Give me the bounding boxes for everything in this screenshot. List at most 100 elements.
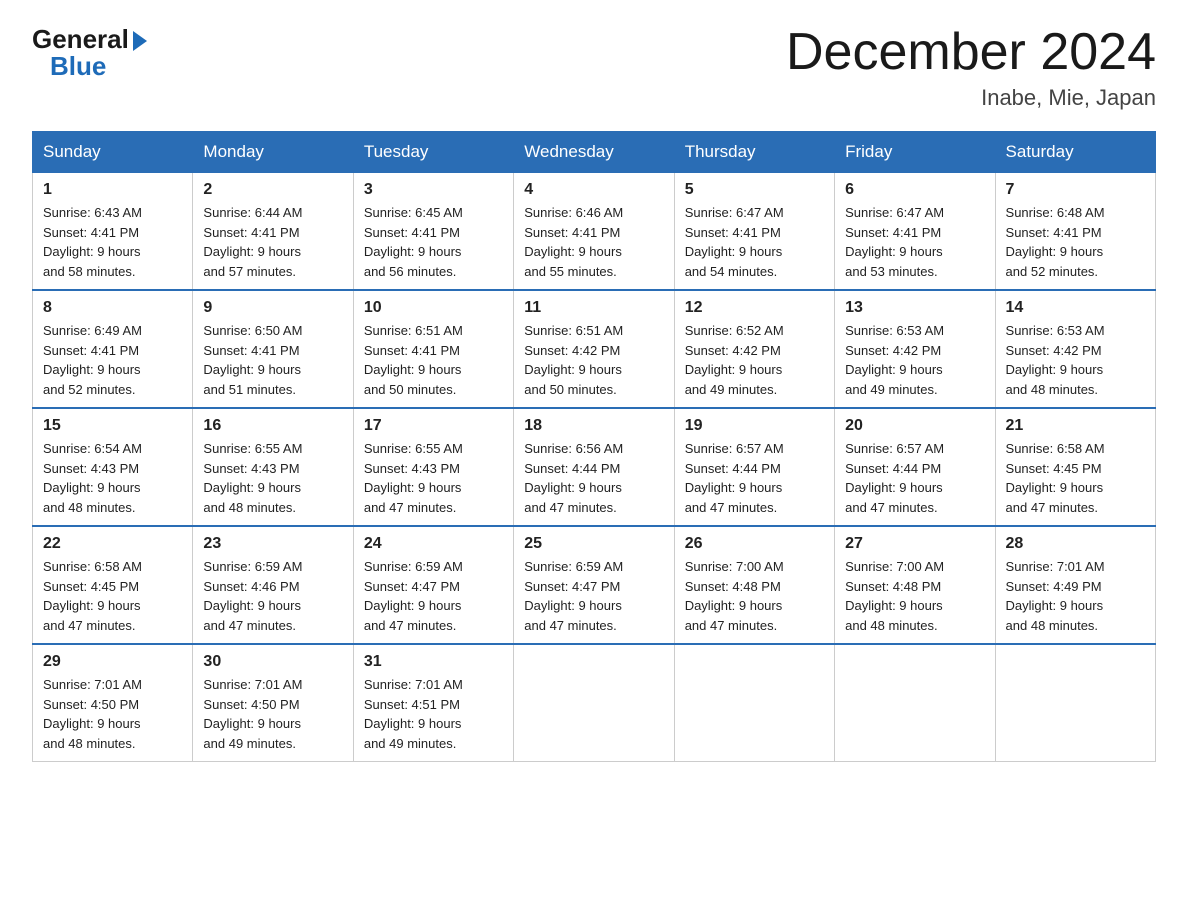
calendar-table: SundayMondayTuesdayWednesdayThursdayFrid… xyxy=(32,131,1156,762)
calendar-cell: 21 Sunrise: 6:58 AM Sunset: 4:45 PM Dayl… xyxy=(995,408,1155,526)
calendar-cell: 20 Sunrise: 6:57 AM Sunset: 4:44 PM Dayl… xyxy=(835,408,995,526)
day-info: Sunrise: 6:49 AM Sunset: 4:41 PM Dayligh… xyxy=(43,321,182,399)
day-info: Sunrise: 6:51 AM Sunset: 4:42 PM Dayligh… xyxy=(524,321,663,399)
day-info: Sunrise: 6:59 AM Sunset: 4:47 PM Dayligh… xyxy=(524,557,663,635)
day-info: Sunrise: 6:59 AM Sunset: 4:46 PM Dayligh… xyxy=(203,557,342,635)
logo-blue-text: Blue xyxy=(50,51,106,82)
week-row-4: 22 Sunrise: 6:58 AM Sunset: 4:45 PM Dayl… xyxy=(33,526,1156,644)
weekday-header-row: SundayMondayTuesdayWednesdayThursdayFrid… xyxy=(33,132,1156,173)
weekday-header-wednesday: Wednesday xyxy=(514,132,674,173)
page-header: General Blue December 2024 Inabe, Mie, J… xyxy=(32,24,1156,111)
calendar-cell: 18 Sunrise: 6:56 AM Sunset: 4:44 PM Dayl… xyxy=(514,408,674,526)
calendar-cell: 16 Sunrise: 6:55 AM Sunset: 4:43 PM Dayl… xyxy=(193,408,353,526)
day-info: Sunrise: 6:52 AM Sunset: 4:42 PM Dayligh… xyxy=(685,321,824,399)
day-info: Sunrise: 6:59 AM Sunset: 4:47 PM Dayligh… xyxy=(364,557,503,635)
calendar-cell: 1 Sunrise: 6:43 AM Sunset: 4:41 PM Dayli… xyxy=(33,173,193,291)
day-info: Sunrise: 6:57 AM Sunset: 4:44 PM Dayligh… xyxy=(685,439,824,517)
day-number: 23 xyxy=(203,535,342,553)
day-number: 25 xyxy=(524,535,663,553)
calendar-cell: 8 Sunrise: 6:49 AM Sunset: 4:41 PM Dayli… xyxy=(33,290,193,408)
weekday-header-sunday: Sunday xyxy=(33,132,193,173)
week-row-3: 15 Sunrise: 6:54 AM Sunset: 4:43 PM Dayl… xyxy=(33,408,1156,526)
calendar-cell xyxy=(674,644,834,762)
calendar-cell: 11 Sunrise: 6:51 AM Sunset: 4:42 PM Dayl… xyxy=(514,290,674,408)
day-number: 21 xyxy=(1006,417,1145,435)
day-info: Sunrise: 6:54 AM Sunset: 4:43 PM Dayligh… xyxy=(43,439,182,517)
day-info: Sunrise: 7:00 AM Sunset: 4:48 PM Dayligh… xyxy=(685,557,824,635)
day-info: Sunrise: 6:56 AM Sunset: 4:44 PM Dayligh… xyxy=(524,439,663,517)
day-number: 28 xyxy=(1006,535,1145,553)
calendar-cell: 4 Sunrise: 6:46 AM Sunset: 4:41 PM Dayli… xyxy=(514,173,674,291)
calendar-cell: 3 Sunrise: 6:45 AM Sunset: 4:41 PM Dayli… xyxy=(353,173,513,291)
day-number: 22 xyxy=(43,535,182,553)
calendar-cell: 14 Sunrise: 6:53 AM Sunset: 4:42 PM Dayl… xyxy=(995,290,1155,408)
calendar-cell: 15 Sunrise: 6:54 AM Sunset: 4:43 PM Dayl… xyxy=(33,408,193,526)
week-row-1: 1 Sunrise: 6:43 AM Sunset: 4:41 PM Dayli… xyxy=(33,173,1156,291)
day-info: Sunrise: 6:44 AM Sunset: 4:41 PM Dayligh… xyxy=(203,203,342,281)
location-text: Inabe, Mie, Japan xyxy=(786,85,1156,111)
day-number: 6 xyxy=(845,181,984,199)
logo: General Blue xyxy=(32,24,147,82)
calendar-cell: 27 Sunrise: 7:00 AM Sunset: 4:48 PM Dayl… xyxy=(835,526,995,644)
calendar-cell: 6 Sunrise: 6:47 AM Sunset: 4:41 PM Dayli… xyxy=(835,173,995,291)
day-number: 10 xyxy=(364,299,503,317)
month-title: December 2024 xyxy=(786,24,1156,81)
day-number: 13 xyxy=(845,299,984,317)
day-number: 31 xyxy=(364,653,503,671)
calendar-cell: 31 Sunrise: 7:01 AM Sunset: 4:51 PM Dayl… xyxy=(353,644,513,762)
day-number: 20 xyxy=(845,417,984,435)
day-number: 4 xyxy=(524,181,663,199)
day-info: Sunrise: 7:01 AM Sunset: 4:50 PM Dayligh… xyxy=(203,675,342,753)
day-number: 17 xyxy=(364,417,503,435)
calendar-cell xyxy=(514,644,674,762)
calendar-cell: 2 Sunrise: 6:44 AM Sunset: 4:41 PM Dayli… xyxy=(193,173,353,291)
day-info: Sunrise: 6:48 AM Sunset: 4:41 PM Dayligh… xyxy=(1006,203,1145,281)
day-info: Sunrise: 6:50 AM Sunset: 4:41 PM Dayligh… xyxy=(203,321,342,399)
day-info: Sunrise: 7:00 AM Sunset: 4:48 PM Dayligh… xyxy=(845,557,984,635)
calendar-cell: 5 Sunrise: 6:47 AM Sunset: 4:41 PM Dayli… xyxy=(674,173,834,291)
calendar-cell: 17 Sunrise: 6:55 AM Sunset: 4:43 PM Dayl… xyxy=(353,408,513,526)
calendar-cell: 30 Sunrise: 7:01 AM Sunset: 4:50 PM Dayl… xyxy=(193,644,353,762)
day-number: 11 xyxy=(524,299,663,317)
day-info: Sunrise: 6:55 AM Sunset: 4:43 PM Dayligh… xyxy=(364,439,503,517)
logo-arrow-icon xyxy=(133,31,147,51)
day-info: Sunrise: 6:45 AM Sunset: 4:41 PM Dayligh… xyxy=(364,203,503,281)
day-number: 14 xyxy=(1006,299,1145,317)
calendar-cell: 9 Sunrise: 6:50 AM Sunset: 4:41 PM Dayli… xyxy=(193,290,353,408)
day-number: 30 xyxy=(203,653,342,671)
weekday-header-thursday: Thursday xyxy=(674,132,834,173)
day-info: Sunrise: 6:53 AM Sunset: 4:42 PM Dayligh… xyxy=(845,321,984,399)
day-info: Sunrise: 6:51 AM Sunset: 4:41 PM Dayligh… xyxy=(364,321,503,399)
week-row-2: 8 Sunrise: 6:49 AM Sunset: 4:41 PM Dayli… xyxy=(33,290,1156,408)
calendar-cell: 22 Sunrise: 6:58 AM Sunset: 4:45 PM Dayl… xyxy=(33,526,193,644)
title-section: December 2024 Inabe, Mie, Japan xyxy=(786,24,1156,111)
week-row-5: 29 Sunrise: 7:01 AM Sunset: 4:50 PM Dayl… xyxy=(33,644,1156,762)
day-number: 27 xyxy=(845,535,984,553)
calendar-cell: 28 Sunrise: 7:01 AM Sunset: 4:49 PM Dayl… xyxy=(995,526,1155,644)
day-number: 18 xyxy=(524,417,663,435)
day-number: 9 xyxy=(203,299,342,317)
day-number: 2 xyxy=(203,181,342,199)
calendar-cell: 23 Sunrise: 6:59 AM Sunset: 4:46 PM Dayl… xyxy=(193,526,353,644)
day-info: Sunrise: 6:47 AM Sunset: 4:41 PM Dayligh… xyxy=(845,203,984,281)
day-info: Sunrise: 6:58 AM Sunset: 4:45 PM Dayligh… xyxy=(1006,439,1145,517)
weekday-header-tuesday: Tuesday xyxy=(353,132,513,173)
day-number: 5 xyxy=(685,181,824,199)
day-info: Sunrise: 6:55 AM Sunset: 4:43 PM Dayligh… xyxy=(203,439,342,517)
day-info: Sunrise: 6:47 AM Sunset: 4:41 PM Dayligh… xyxy=(685,203,824,281)
calendar-cell xyxy=(995,644,1155,762)
day-info: Sunrise: 6:43 AM Sunset: 4:41 PM Dayligh… xyxy=(43,203,182,281)
weekday-header-saturday: Saturday xyxy=(995,132,1155,173)
calendar-cell: 29 Sunrise: 7:01 AM Sunset: 4:50 PM Dayl… xyxy=(33,644,193,762)
day-number: 7 xyxy=(1006,181,1145,199)
calendar-cell: 25 Sunrise: 6:59 AM Sunset: 4:47 PM Dayl… xyxy=(514,526,674,644)
day-info: Sunrise: 6:46 AM Sunset: 4:41 PM Dayligh… xyxy=(524,203,663,281)
calendar-cell: 13 Sunrise: 6:53 AM Sunset: 4:42 PM Dayl… xyxy=(835,290,995,408)
calendar-cell: 26 Sunrise: 7:00 AM Sunset: 4:48 PM Dayl… xyxy=(674,526,834,644)
calendar-cell: 7 Sunrise: 6:48 AM Sunset: 4:41 PM Dayli… xyxy=(995,173,1155,291)
day-number: 19 xyxy=(685,417,824,435)
day-info: Sunrise: 7:01 AM Sunset: 4:49 PM Dayligh… xyxy=(1006,557,1145,635)
day-number: 29 xyxy=(43,653,182,671)
day-number: 12 xyxy=(685,299,824,317)
day-number: 3 xyxy=(364,181,503,199)
